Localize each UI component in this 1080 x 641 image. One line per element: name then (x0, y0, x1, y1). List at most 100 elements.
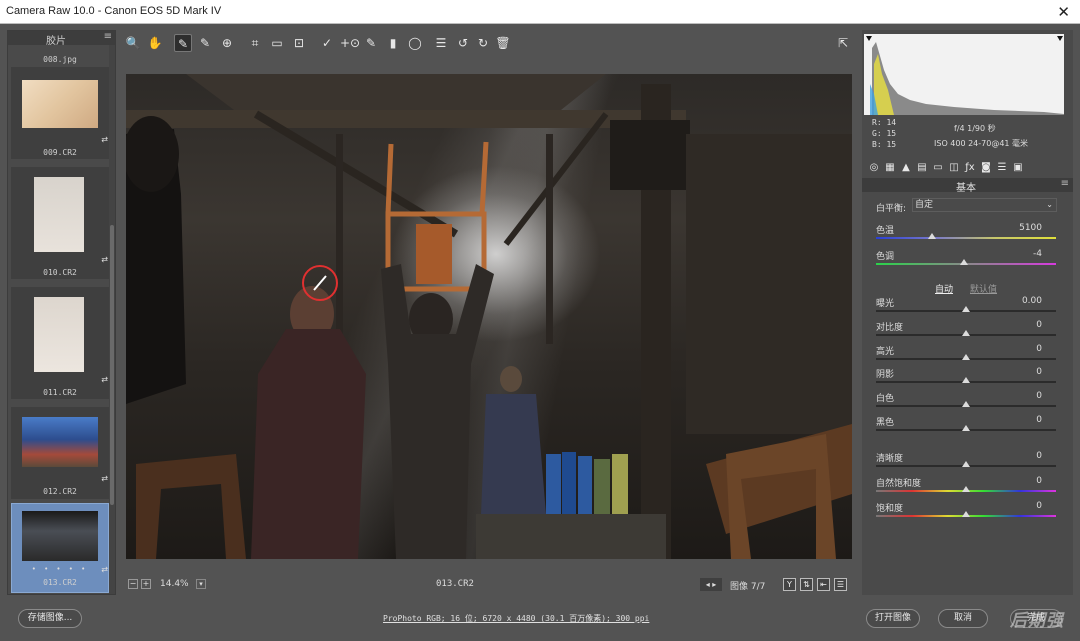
hsl-tab-icon[interactable]: ▤ (915, 161, 929, 175)
adjustment-brush-icon[interactable]: ✎ (362, 34, 380, 52)
photo-preview[interactable] (126, 74, 852, 559)
slider-value[interactable]: -4 (1033, 249, 1042, 259)
trash-icon[interactable]: 🗑 (494, 34, 512, 52)
targeted-adjust-icon[interactable]: ⊕ (218, 34, 236, 52)
slider-value[interactable]: 0 (1036, 344, 1042, 354)
save-image-button[interactable]: 存储图像... (18, 609, 82, 628)
rotate-ccw-icon[interactable]: ↺ (454, 34, 472, 52)
contrast-slider[interactable]: 对比度 0 (876, 320, 1056, 342)
section-menu-icon[interactable]: ≡ (1061, 178, 1069, 189)
slider-handle[interactable] (962, 377, 970, 383)
slider-handle[interactable] (962, 401, 970, 407)
spot-removal-icon[interactable]: ✓ (318, 34, 336, 52)
watermark-logo: 后期强 (1010, 611, 1064, 631)
slider-label: 饱和度 (876, 504, 904, 514)
slider-value[interactable]: 0 (1036, 415, 1042, 425)
white-balance-select[interactable]: 自定 ⌄ (912, 198, 1057, 212)
slider-handle[interactable] (962, 511, 970, 517)
slider-handle[interactable] (962, 461, 970, 467)
slider-label: 曝光 (876, 299, 895, 309)
slider-label: 色温 (876, 226, 895, 236)
camera-calibration-tab-icon[interactable]: ◙ (979, 161, 993, 175)
preview-prefs-icon[interactable]: ☰ (834, 578, 847, 591)
cancel-button[interactable]: 取消 (938, 609, 988, 628)
close-icon[interactable]: ✕ (1057, 3, 1070, 21)
straighten-icon[interactable]: ▭ (268, 34, 286, 52)
workflow-options-link[interactable]: ProPhoto RGB; 16 位; 6720 x 4480 (30.1 百万… (383, 613, 649, 624)
tone-curve-tab-icon[interactable]: ▦ (883, 161, 897, 175)
slider-handle[interactable] (962, 330, 970, 336)
slider-label: 色调 (876, 252, 895, 262)
slider-label: 阴影 (876, 370, 895, 380)
shadows-slider[interactable]: 阴影 0 (876, 367, 1056, 389)
swap-settings-icon[interactable]: ⇅ (800, 578, 813, 591)
blacks-slider[interactable]: 黑色 0 (876, 415, 1056, 437)
tint-slider[interactable]: 色调 -4 (876, 249, 1056, 271)
slider-handle[interactable] (927, 233, 936, 239)
zoom-dropdown[interactable]: ▾ (196, 579, 206, 589)
vibrance-slider[interactable]: 自然饱和度 0 (876, 476, 1056, 498)
rating-dots[interactable]: • • • • • (11, 565, 109, 573)
zoom-out-button[interactable]: − (128, 579, 138, 589)
exposure-slider[interactable]: 曝光 0.00 (876, 296, 1056, 318)
radial-filter-icon[interactable]: ◯ (406, 34, 424, 52)
clarity-slider[interactable]: 清晰度 0 (876, 451, 1056, 473)
slider-track[interactable] (876, 237, 1056, 239)
slider-value[interactable]: 5100 (1019, 223, 1042, 233)
film-item-label: 013.CR2 (43, 578, 77, 587)
filmstrip-scrollbar[interactable] (109, 45, 115, 594)
zoom-in-button[interactable]: + (141, 579, 151, 589)
slider-handle[interactable] (962, 425, 970, 431)
slider-handle[interactable] (960, 259, 969, 265)
green-value: G: 15 (872, 129, 897, 138)
crop-icon[interactable]: ⌗ (246, 34, 264, 52)
slider-value[interactable]: 0 (1036, 320, 1042, 330)
film-item-label: 008.jpg (43, 55, 77, 64)
default-link[interactable]: 默认值 (970, 282, 997, 295)
auto-link[interactable]: 自动 (935, 282, 953, 295)
chevron-down-icon: ⌄ (1046, 200, 1053, 209)
whites-slider[interactable]: 白色 0 (876, 391, 1056, 413)
graduated-filter-icon[interactable]: ▮ (384, 34, 402, 52)
slider-value[interactable]: 0 (1036, 391, 1042, 401)
lens-tab-icon[interactable]: ◫ (947, 161, 961, 175)
slider-handle[interactable] (962, 486, 970, 492)
snapshots-tab-icon[interactable]: ▣ (1011, 161, 1025, 175)
open-image-button[interactable]: 打开图像 (866, 609, 920, 628)
slider-label: 黑色 (876, 418, 895, 428)
before-after-button[interactable]: Y (783, 578, 796, 591)
slider-value[interactable]: 0 (1036, 451, 1042, 461)
basic-tab-icon[interactable]: ◎ (867, 161, 881, 175)
film-item-label: 012.CR2 (43, 487, 77, 496)
bottom-bar: 存储图像... ProPhoto RGB; 16 位; 6720 x 4480 … (0, 602, 1080, 641)
slider-handle[interactable] (962, 306, 970, 312)
rotate-cw-icon[interactable]: ↻ (474, 34, 492, 52)
slider-value[interactable]: 0 (1036, 367, 1042, 377)
hand-icon[interactable]: ✋ (146, 34, 164, 52)
copy-settings-icon[interactable]: ⇤ (817, 578, 830, 591)
filmstrip-menu-icon[interactable]: ≡ (104, 31, 112, 42)
saturation-slider[interactable]: 饱和度 0 (876, 501, 1056, 523)
prev-next-nav[interactable]: ◂ ▸ (700, 578, 722, 591)
split-tone-tab-icon[interactable]: ▭ (931, 161, 945, 175)
highlights-slider[interactable]: 高光 0 (876, 344, 1056, 366)
fullscreen-icon[interactable]: ⇱ (834, 34, 852, 52)
transform-icon[interactable]: ⊡ (290, 34, 308, 52)
color-sampler-icon[interactable]: ✎ (196, 34, 214, 52)
slider-value[interactable]: 0 (1036, 501, 1042, 511)
slider-value[interactable]: 0 (1036, 476, 1042, 486)
red-eye-icon[interactable]: +⊙ (340, 34, 360, 52)
tool-bar: 🔍 ✋ ✎ ✎ ⊕ ⌗ ▭ ⊡ ✓ +⊙ ✎ ▮ ◯ ☰ ↺ ↻ 🗑 ⇱ (120, 34, 860, 54)
preferences-icon[interactable]: ☰ (432, 34, 450, 52)
effects-tab-icon[interactable]: ƒx (963, 161, 977, 175)
zoom-icon[interactable]: 🔍 (124, 34, 142, 52)
detail-tab-icon[interactable]: ▲ (899, 161, 913, 175)
presets-tab-icon[interactable]: ☰ (995, 161, 1009, 175)
slider-handle[interactable] (962, 354, 970, 360)
temperature-slider[interactable]: 色温 5100 (876, 223, 1056, 245)
rgb-readout: R: 14 G: 15 B: 15 f/4 1/90 秒 ISO 400 24-… (862, 118, 1073, 160)
white-balance-icon[interactable]: ✎ (174, 34, 192, 52)
slider-label: 对比度 (876, 323, 904, 333)
scroll-thumb[interactable] (110, 225, 114, 505)
slider-value[interactable]: 0.00 (1022, 296, 1042, 306)
